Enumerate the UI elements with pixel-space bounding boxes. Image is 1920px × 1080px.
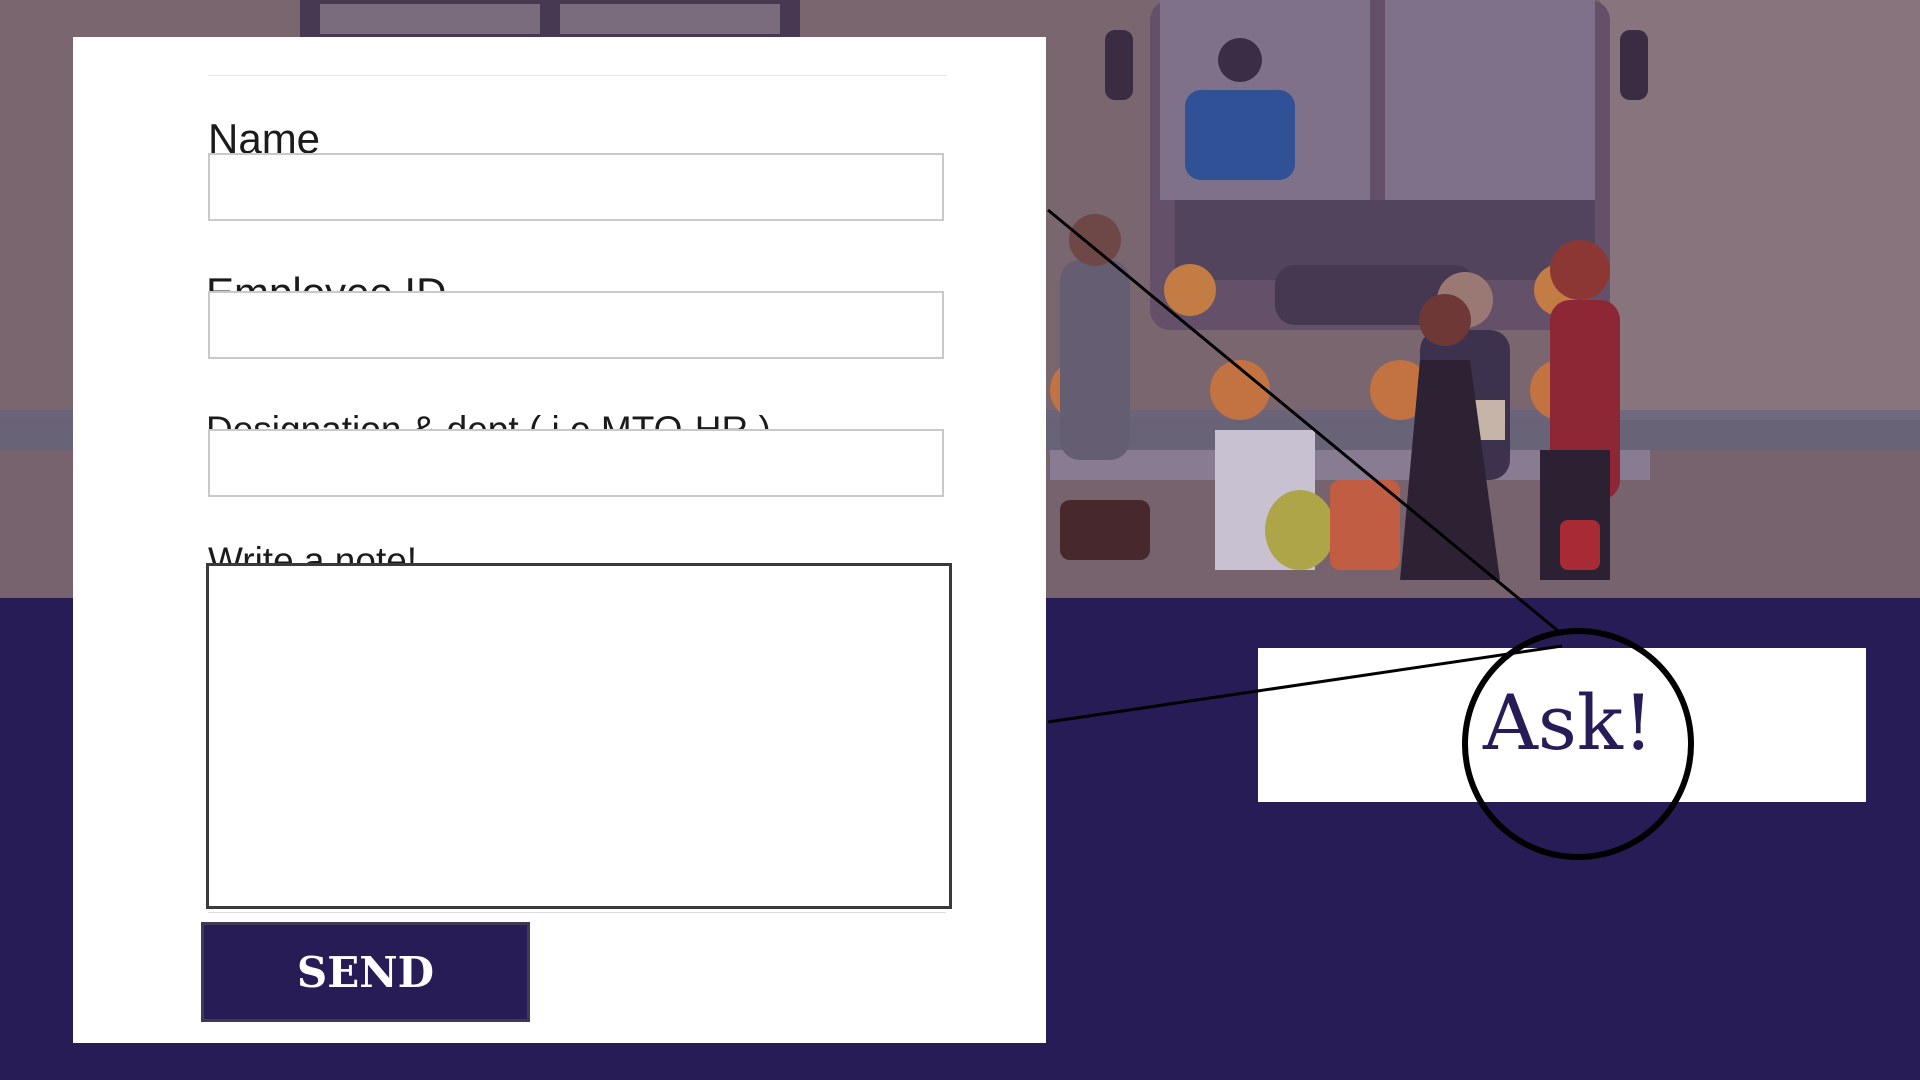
divider (208, 912, 946, 913)
note-textarea[interactable] (206, 563, 952, 909)
ask-callout-text: Ask! (1483, 678, 1654, 767)
designation-input[interactable] (208, 429, 944, 497)
send-button[interactable]: SEND (201, 922, 530, 1022)
divider (208, 75, 946, 76)
employee-id-input[interactable] (208, 291, 944, 359)
contact-form-card: Name Employee ID Designation & dept ( i.… (73, 37, 1046, 1043)
name-input[interactable] (208, 153, 944, 221)
